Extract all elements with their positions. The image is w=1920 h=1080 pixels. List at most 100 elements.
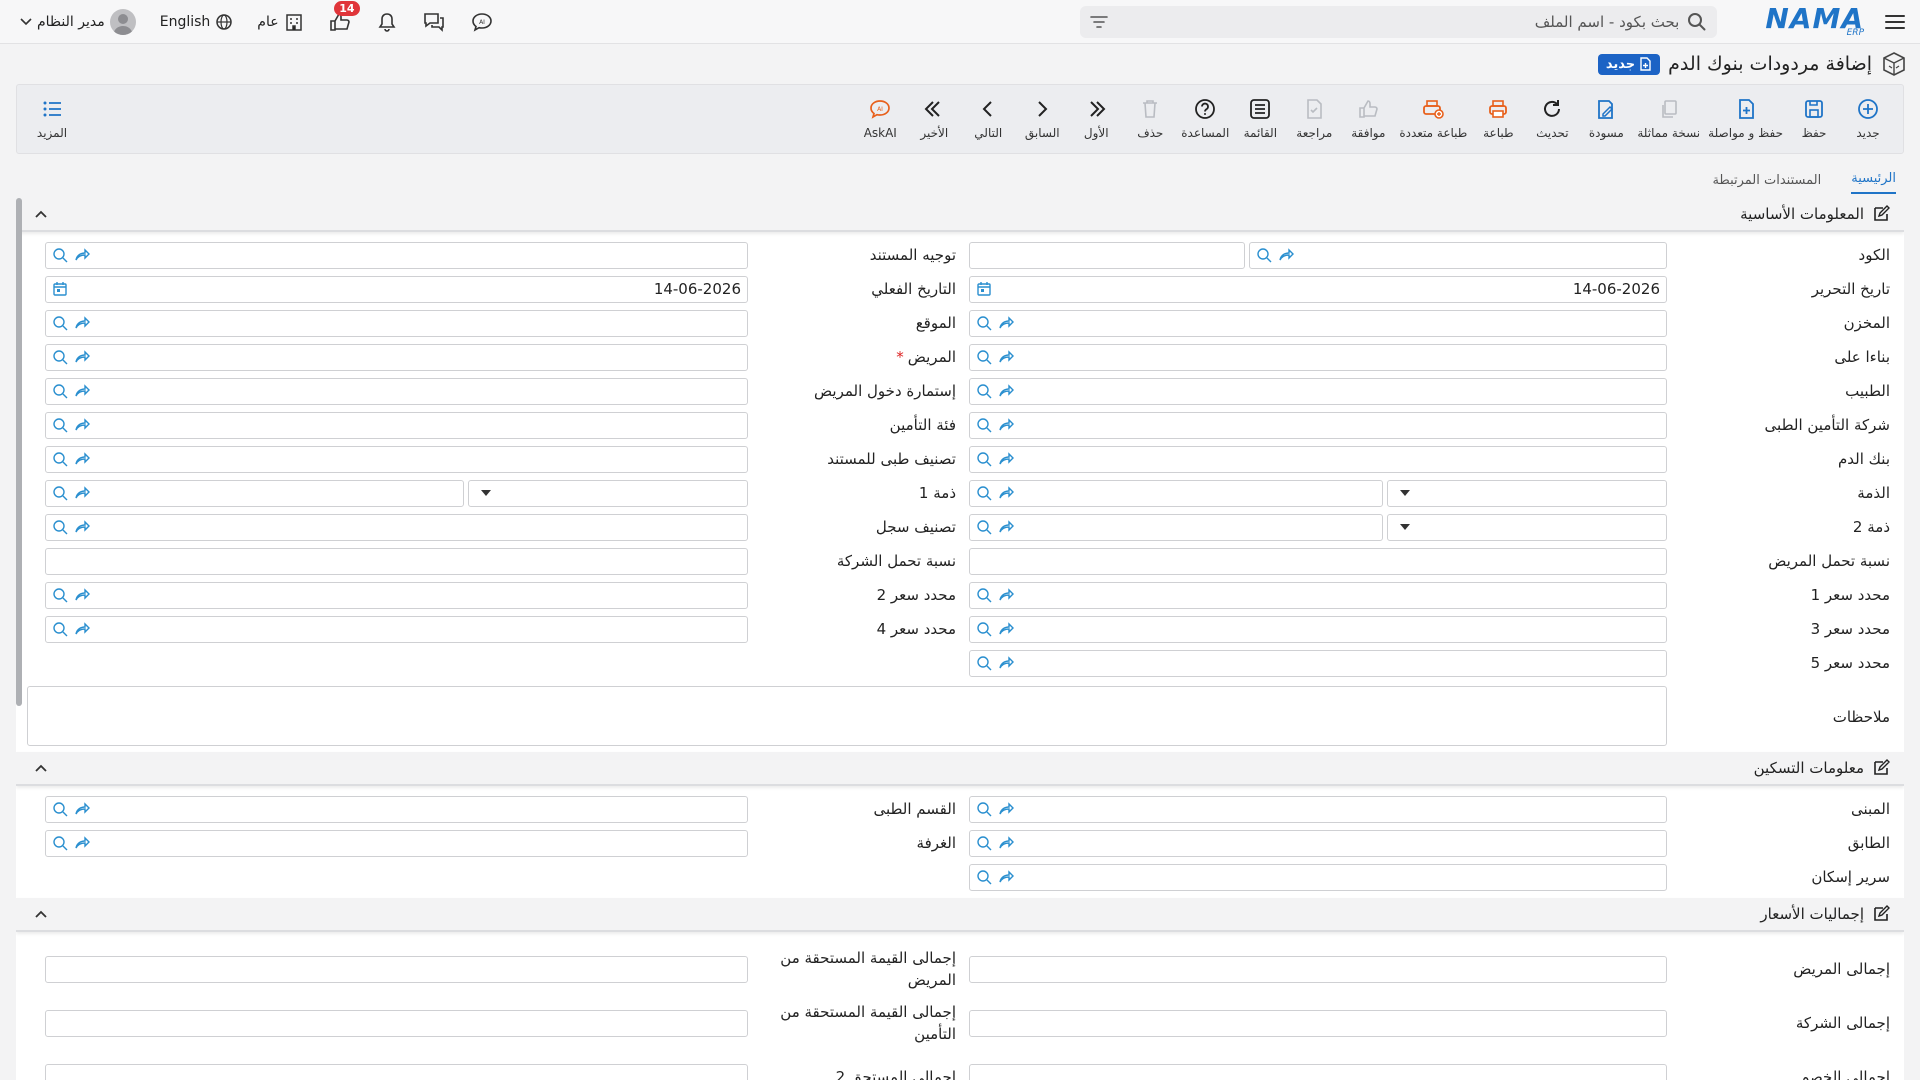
print-button[interactable]: طباعة <box>1471 98 1525 140</box>
price2-field[interactable] <box>45 581 748 609</box>
company-share-input[interactable] <box>45 547 748 575</box>
search-plus-icon[interactable] <box>52 417 68 433</box>
open-link-icon[interactable] <box>74 418 90 432</box>
search-plus-icon[interactable] <box>976 417 992 433</box>
tab-related-docs[interactable]: المستندات المرتبطة <box>1712 173 1821 194</box>
search-plus-icon[interactable] <box>976 519 992 535</box>
next-record-button[interactable]: التالي <box>961 98 1015 140</box>
language-switch[interactable]: English <box>160 13 234 31</box>
patient-due-input[interactable] <box>45 955 748 983</box>
price4-field[interactable] <box>45 615 748 643</box>
search-plus-icon[interactable] <box>976 315 992 331</box>
search-plus-icon[interactable] <box>52 621 68 637</box>
search-plus-icon[interactable] <box>52 801 68 817</box>
search-input[interactable] <box>1116 12 1680 31</box>
nama-logo[interactable]: NAMA ERP <box>1765 5 1864 38</box>
blood-bank-field[interactable] <box>969 445 1667 473</box>
search-plus-icon[interactable] <box>976 869 992 885</box>
account1-type-dropdown[interactable] <box>468 479 748 507</box>
menu-icon[interactable] <box>1882 9 1908 35</box>
code-lookup-field[interactable] <box>1249 241 1667 269</box>
open-link-icon[interactable] <box>998 836 1014 850</box>
list-button[interactable]: القائمة <box>1233 98 1287 140</box>
search-icon[interactable] <box>1687 12 1707 32</box>
open-link-icon[interactable] <box>998 588 1014 602</box>
duplicate-button[interactable]: نسخة مماثلة <box>1633 98 1704 140</box>
price5-field[interactable] <box>969 649 1667 677</box>
price3-field[interactable] <box>969 615 1667 643</box>
insurance-company-field[interactable] <box>969 411 1667 439</box>
patient-share-input[interactable] <box>969 547 1667 575</box>
open-link-icon[interactable] <box>74 836 90 850</box>
open-link-icon[interactable] <box>998 452 1014 466</box>
open-link-icon[interactable] <box>1278 248 1294 262</box>
search-plus-icon[interactable] <box>52 247 68 263</box>
open-link-icon[interactable] <box>74 452 90 466</box>
scrollbar[interactable] <box>16 198 22 706</box>
account2-type-dropdown[interactable] <box>1387 513 1667 541</box>
bed-field[interactable] <box>969 863 1667 891</box>
open-link-icon[interactable] <box>74 486 90 500</box>
notes-textarea[interactable] <box>27 686 1667 746</box>
price1-field[interactable] <box>969 581 1667 609</box>
search-plus-icon[interactable] <box>976 801 992 817</box>
account2-field[interactable] <box>969 513 1383 541</box>
refresh-button[interactable]: تحديث <box>1525 98 1579 140</box>
account-type-dropdown[interactable] <box>1387 479 1667 507</box>
search-plus-icon[interactable] <box>52 485 68 501</box>
company-total-input[interactable] <box>969 1009 1667 1037</box>
general-menu[interactable]: عام <box>257 12 303 32</box>
open-link-icon[interactable] <box>998 486 1014 500</box>
search-plus-icon[interactable] <box>976 587 992 603</box>
ai-assistant-icon[interactable]: AI <box>470 11 494 33</box>
insurance-due-input[interactable] <box>45 1009 748 1037</box>
collapse-icon[interactable] <box>30 205 52 223</box>
user-menu[interactable]: مدير النظام <box>20 8 136 35</box>
open-link-icon[interactable] <box>998 384 1014 398</box>
account1-field[interactable] <box>45 479 464 507</box>
search-plus-icon[interactable] <box>52 315 68 331</box>
patient-field[interactable] <box>45 343 748 371</box>
save-continue-button[interactable]: حفظ و مواصلة <box>1704 98 1787 140</box>
open-link-icon[interactable] <box>74 520 90 534</box>
open-link-icon[interactable] <box>74 802 90 816</box>
search-plus-icon[interactable] <box>976 835 992 851</box>
search-plus-icon[interactable] <box>976 383 992 399</box>
doc-direction-field[interactable] <box>45 241 748 269</box>
open-link-icon[interactable] <box>74 248 90 262</box>
multi-print-button[interactable]: طباعة متعددة <box>1395 98 1471 140</box>
search-plus-icon[interactable] <box>52 835 68 851</box>
partial-due-input[interactable] <box>45 1063 748 1080</box>
code-input[interactable] <box>969 241 1245 269</box>
open-link-icon[interactable] <box>74 350 90 364</box>
open-link-icon[interactable] <box>74 622 90 636</box>
review-button[interactable]: مراجعة <box>1287 98 1341 140</box>
open-link-icon[interactable] <box>998 656 1014 670</box>
medical-classification-field[interactable] <box>45 445 748 473</box>
search-plus-icon[interactable] <box>976 655 992 671</box>
collapse-icon[interactable] <box>30 759 52 777</box>
open-link-icon[interactable] <box>998 520 1014 534</box>
patient-total-input[interactable] <box>969 955 1667 983</box>
room-field[interactable] <box>45 829 748 857</box>
warehouse-field[interactable] <box>969 309 1667 337</box>
open-link-icon[interactable] <box>998 350 1014 364</box>
draft-button[interactable]: مسودة <box>1579 98 1633 140</box>
partial-total-input[interactable] <box>969 1063 1667 1080</box>
search-plus-icon[interactable] <box>52 349 68 365</box>
search-plus-icon[interactable] <box>976 349 992 365</box>
search-plus-icon[interactable] <box>976 485 992 501</box>
approvals-icon[interactable]: 14 <box>328 0 360 33</box>
last-record-button[interactable]: الأخير <box>907 98 961 140</box>
search-plus-icon[interactable] <box>976 451 992 467</box>
open-link-icon[interactable] <box>998 802 1014 816</box>
doctor-field[interactable] <box>969 377 1667 405</box>
previous-record-button[interactable]: السابق <box>1015 98 1069 140</box>
new-button[interactable]: جديد <box>1841 98 1895 140</box>
filter-icon[interactable] <box>1090 15 1109 29</box>
location-field[interactable] <box>45 309 748 337</box>
save-button[interactable]: حفظ <box>1787 98 1841 140</box>
open-link-icon[interactable] <box>74 384 90 398</box>
more-button[interactable]: المزيد <box>25 98 79 140</box>
floor-field[interactable] <box>969 829 1667 857</box>
